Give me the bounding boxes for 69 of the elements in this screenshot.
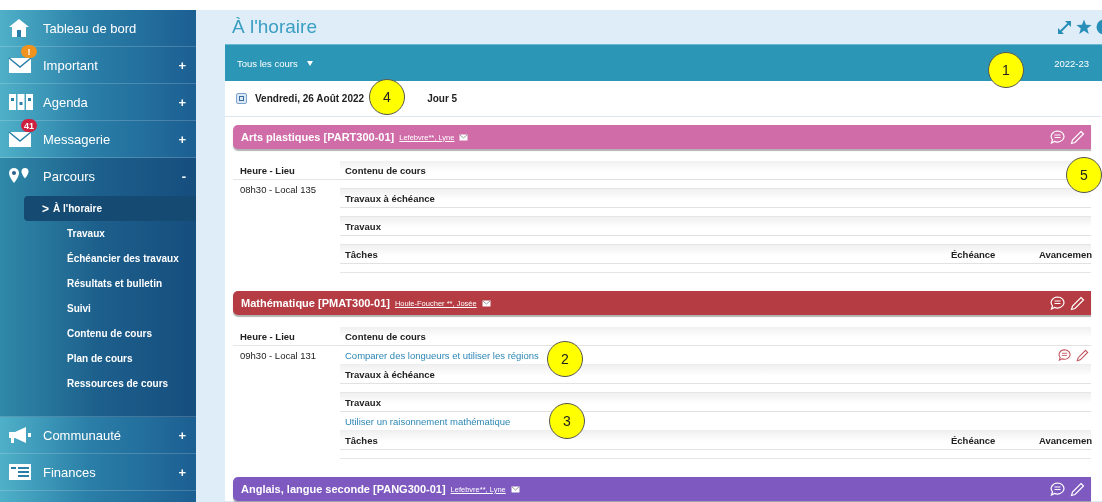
invoice-icon: [8, 463, 32, 481]
star-icon[interactable]: [1076, 19, 1092, 35]
sidebar-label: Tableau de bord: [43, 20, 138, 36]
time-place: 09h30 - Local 131: [239, 349, 318, 363]
megaphone-icon: [8, 427, 32, 443]
section-heading: Tâches: [345, 248, 378, 260]
envelope-icon[interactable]: [481, 299, 491, 307]
sidebar-label: Parcours: [43, 168, 97, 184]
sidebar-subitem[interactable]: Travaux: [24, 221, 196, 246]
envelope-icon[interactable]: [510, 485, 520, 493]
content-link[interactable]: Comparer des longueurs et utiliser les régions: [345, 349, 539, 361]
toggle-sign[interactable]: +: [178, 131, 186, 147]
envelope-icon: [8, 130, 32, 148]
course-filter-dropdown[interactable]: Tous les cours: [237, 57, 313, 69]
toggle-sign[interactable]: +: [178, 57, 186, 73]
section-heading: Contenu de cours: [345, 164, 426, 176]
section-heading: Travaux: [345, 220, 381, 232]
section-heading: Travaux à échéance: [345, 192, 435, 204]
sidebar-subitem[interactable]: Suivi: [24, 296, 196, 321]
date-label: Vendredi, 26 Août 2022: [255, 93, 365, 104]
section-heading: Travaux à échéance: [345, 368, 435, 380]
section-heading: Tâches: [345, 434, 378, 446]
sidebar-label: Messagerie: [43, 131, 112, 147]
column-header: Échéance: [951, 248, 997, 260]
sidebar-subitem[interactable]: Plan de cours: [24, 346, 196, 371]
sidebar-item[interactable]: ! Important +: [0, 47, 196, 83]
map-pin-icon: [8, 167, 30, 185]
sidebar-subitem[interactable]: Échéancier des travaux: [24, 246, 196, 271]
sidebar-item[interactable]: Communauté +: [0, 417, 196, 453]
sidebar-item[interactable]: Parcours -: [0, 158, 196, 194]
sidebar-subitem[interactable]: > À l'horaire: [24, 196, 196, 221]
day-number: Jour 5: [427, 93, 458, 104]
content-link[interactable]: Utiliser un raisonnement mathématique: [345, 415, 511, 427]
sidebar-subitem[interactable]: Résultats et bulletin: [24, 271, 196, 296]
sidebar-label: Communauté: [43, 427, 123, 443]
house-icon: [8, 18, 30, 38]
notification-badge: !: [21, 45, 37, 58]
sidebar-label: Finances: [43, 464, 97, 480]
envelope-icon: [8, 56, 32, 74]
column-header: Avancemen: [1039, 434, 1091, 446]
toggle-sign[interactable]: -: [181, 168, 186, 184]
sidebar-item[interactable]: 41 Messagerie +: [0, 121, 196, 157]
column-header: Échéance: [951, 434, 997, 446]
sidebar-label: Important: [43, 57, 99, 73]
envelope-icon[interactable]: [459, 133, 469, 141]
expand-icon[interactable]: [1057, 19, 1072, 35]
section-heading: Contenu de cours: [345, 330, 426, 342]
sidebar-label: Agenda: [43, 94, 89, 110]
toggle-sign[interactable]: +: [178, 464, 186, 480]
calendar-icon[interactable]: [236, 93, 247, 104]
toggle-sign[interactable]: +: [178, 94, 186, 110]
pencil-icon[interactable]: [1076, 348, 1089, 362]
course-title: Anglais, langue seconde [PANG300-01]: [241, 483, 446, 495]
column-header: Avancemen: [1039, 248, 1091, 260]
comment-icon[interactable]: [1058, 349, 1071, 361]
notification-badge: 41: [21, 119, 37, 132]
course-title: Mathématique [PMAT300-01]: [241, 297, 390, 309]
sidebar-item[interactable]: Agenda +: [0, 84, 196, 120]
course-title: Arts plastiques [PART300-01]: [241, 131, 395, 143]
section-heading: Travaux: [345, 396, 381, 408]
year-dropdown[interactable]: 2022-23: [1054, 57, 1102, 69]
sidebar-subitem[interactable]: Contenu de cours: [24, 321, 196, 346]
toggle-sign[interactable]: +: [178, 427, 186, 443]
page-title: À l'horaire: [232, 16, 318, 38]
calendar-grid-icon: [8, 93, 34, 111]
sidebar-subitem[interactable]: Ressources de cours: [24, 371, 196, 396]
sidebar-item[interactable]: Tableau de bord: [0, 10, 196, 46]
sidebar-item[interactable]: Finances +: [0, 454, 196, 490]
time-place: 08h30 - Local 135: [239, 183, 318, 197]
